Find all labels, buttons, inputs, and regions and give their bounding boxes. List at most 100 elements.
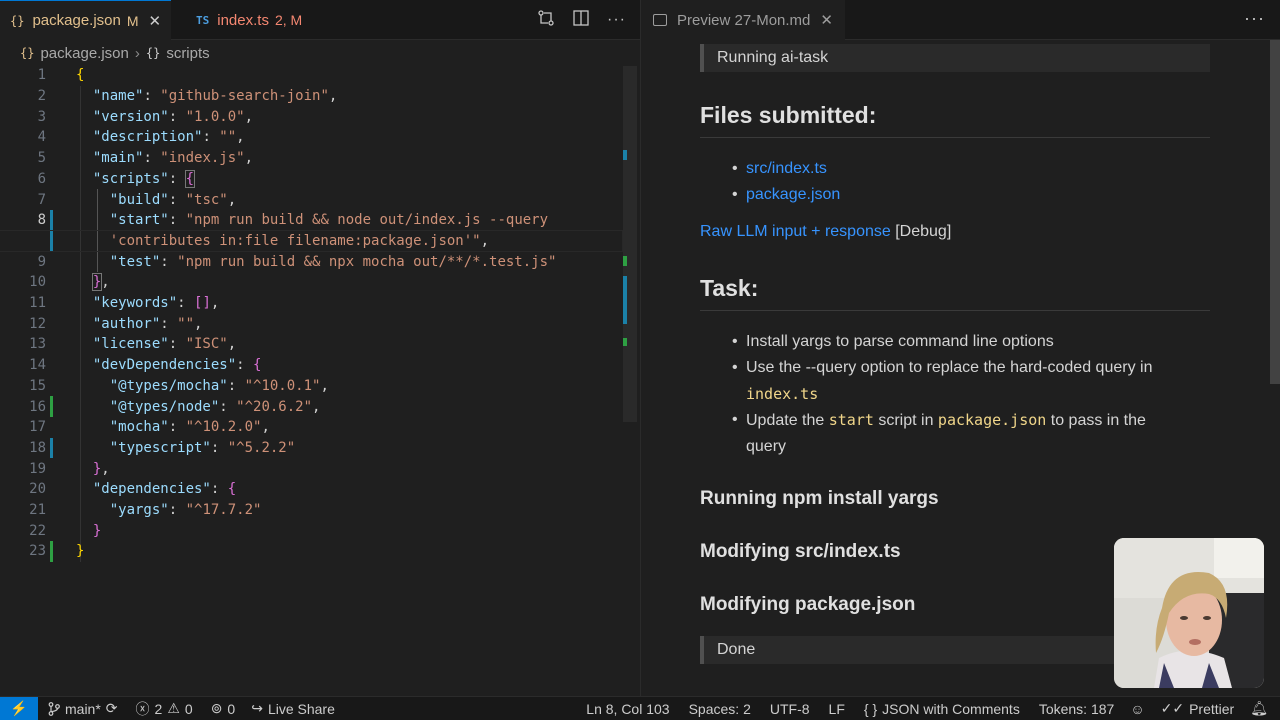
- sync-icon[interactable]: ⟳: [106, 700, 118, 717]
- branch-status[interactable]: main* ⟳: [48, 700, 118, 717]
- line-text: "mocha": "^10.2.0",: [109, 419, 270, 436]
- debug-label: [Debug]: [895, 223, 952, 240]
- line-number: 16: [29, 398, 46, 415]
- breadcrumb-file[interactable]: package.json: [40, 45, 128, 62]
- line-text: "version": "1.0.0",: [92, 108, 254, 125]
- gutter: [50, 65, 58, 86]
- line-text: }: [92, 522, 102, 539]
- code-line: 1 {: [0, 65, 622, 86]
- code-line: 7 "build": "tsc",: [0, 189, 622, 210]
- error-count: 2: [154, 700, 163, 717]
- line-text: "typescript": "^5.2.2": [109, 439, 296, 456]
- line-number: 14: [29, 357, 46, 374]
- eol-status[interactable]: LF: [829, 701, 845, 717]
- webcam-overlay: [1114, 538, 1264, 688]
- file-link[interactable]: src/index.ts: [746, 160, 827, 177]
- tab-package-json[interactable]: {} package.json M ✕: [0, 0, 172, 40]
- line-text: "@types/node": "^20.6.2",: [109, 398, 321, 415]
- close-icon[interactable]: ✕: [820, 11, 833, 29]
- tab-index-ts[interactable]: TS index.ts 2, M: [186, 0, 312, 40]
- gutter-modified: [50, 437, 58, 459]
- tokens-status[interactable]: Tokens: 187: [1039, 701, 1115, 717]
- problems-badge: 2, M: [274, 12, 303, 28]
- more-actions-icon[interactable]: ···: [607, 11, 626, 29]
- line-text: "author": "",: [92, 315, 203, 332]
- problems-status[interactable]: ⓧ 2 ⚠ 0: [136, 699, 193, 719]
- file-link[interactable]: package.json: [746, 186, 840, 203]
- chevron-right-icon: ›: [134, 44, 140, 62]
- prettier-status[interactable]: ✓✓ Prettier: [1161, 700, 1235, 717]
- line-number: 7: [37, 191, 46, 208]
- copilot-icon: ☺: [1130, 700, 1145, 717]
- copilot-status[interactable]: ☺: [1130, 701, 1144, 717]
- line-text: "build": "tsc",: [109, 191, 237, 208]
- error-icon: ⓧ: [135, 700, 150, 717]
- gutter: [50, 127, 58, 148]
- line-text: "license": "ISC",: [92, 336, 237, 353]
- code-line: 16 "@types/node": "^20.6.2",: [0, 396, 622, 417]
- line-text: }: [76, 543, 85, 560]
- code-line: 21 "yargs": "^17.7.2": [0, 500, 622, 521]
- line-number: 2: [37, 88, 46, 105]
- heading-task: Task:: [700, 275, 1210, 311]
- overview-marker: [623, 338, 627, 346]
- breadcrumb-symbol[interactable]: scripts: [166, 45, 209, 62]
- gutter: [50, 376, 58, 397]
- code-line: 12 "author": "",: [0, 313, 622, 334]
- tab-preview[interactable]: Preview 27-Mon.md ✕: [641, 0, 845, 40]
- modified-badge: M: [126, 12, 139, 29]
- more-actions-icon[interactable]: ···: [1244, 8, 1265, 29]
- blockquote: Done: [700, 636, 1120, 664]
- heading-files-submitted: Files submitted:: [700, 102, 1210, 138]
- editor-scrollbar[interactable]: [623, 66, 637, 422]
- broadcast-icon: ⊚: [210, 700, 223, 716]
- split-editor-icon[interactable]: [573, 9, 589, 31]
- status-bar: ⚡ main* ⟳ ⓧ 2 ⚠ 0 ⊚ 0 ↪ Live Share Ln 8,…: [0, 696, 1280, 720]
- gutter: [50, 313, 58, 334]
- code-line: 14 "devDependencies": {: [0, 355, 622, 376]
- remote-indicator[interactable]: ⚡: [0, 696, 38, 720]
- line-text: "main": "index.js",: [92, 150, 254, 167]
- language-mode[interactable]: { } JSON with Comments: [864, 701, 1020, 717]
- code-line: 18 "typescript": "^5.2.2": [0, 437, 622, 459]
- gutter-modified: [50, 209, 58, 231]
- encoding-status[interactable]: UTF-8: [770, 701, 810, 717]
- cursor-position[interactable]: Ln 8, Col 103: [586, 701, 669, 717]
- close-icon[interactable]: ✕: [149, 12, 162, 30]
- open-changes-icon[interactable]: [537, 9, 555, 32]
- ports-status[interactable]: ⊚ 0: [211, 700, 236, 717]
- preview-scrollbar[interactable]: [1270, 40, 1280, 384]
- line-text: "name": "github-search-join",: [92, 88, 338, 105]
- gutter: [50, 520, 58, 541]
- heading-modifying-package: Modifying package.json: [700, 594, 916, 615]
- gutter: [50, 189, 58, 210]
- line-number: 15: [29, 377, 46, 394]
- line-number: 10: [29, 274, 46, 291]
- code-line: 2 "name": "github-search-join",: [0, 86, 622, 107]
- check-double-icon: ✓✓: [1160, 700, 1185, 716]
- gutter: [50, 355, 58, 376]
- line-text: },: [91, 273, 110, 292]
- tab-label: Preview 27-Mon.md: [677, 11, 811, 29]
- gutter: [50, 251, 58, 272]
- line-text: "scripts": {: [92, 169, 196, 188]
- heading-running-npm: Running npm install yargs: [700, 488, 939, 509]
- gutter: [50, 458, 58, 479]
- list-item: Use the --query option to replace the ha…: [732, 355, 1196, 408]
- notifications-button[interactable]: 🔔︎: [1250, 700, 1268, 717]
- heading-modifying-index: Modifying src/index.ts: [700, 541, 901, 562]
- line-number: 6: [37, 170, 46, 187]
- code-line: 6 "scripts": {: [0, 169, 622, 190]
- line-text: "start": "npm run build && node out/inde…: [109, 212, 549, 229]
- gutter: [50, 417, 58, 438]
- list-item: src/index.ts: [732, 156, 1196, 182]
- line-number: 18: [29, 439, 46, 456]
- line-number: 12: [29, 315, 46, 332]
- gutter: [50, 148, 58, 169]
- code-editor[interactable]: 1 { 2 "name": "github-search-join", 3 "v…: [0, 65, 623, 585]
- raw-llm-link[interactable]: Raw LLM input + response: [700, 223, 891, 240]
- indentation-status[interactable]: Spaces: 2: [689, 701, 751, 717]
- line-number: 8: [37, 212, 46, 229]
- live-share-button[interactable]: ↪ Live Share: [251, 700, 335, 717]
- line-number: 1: [37, 67, 46, 84]
